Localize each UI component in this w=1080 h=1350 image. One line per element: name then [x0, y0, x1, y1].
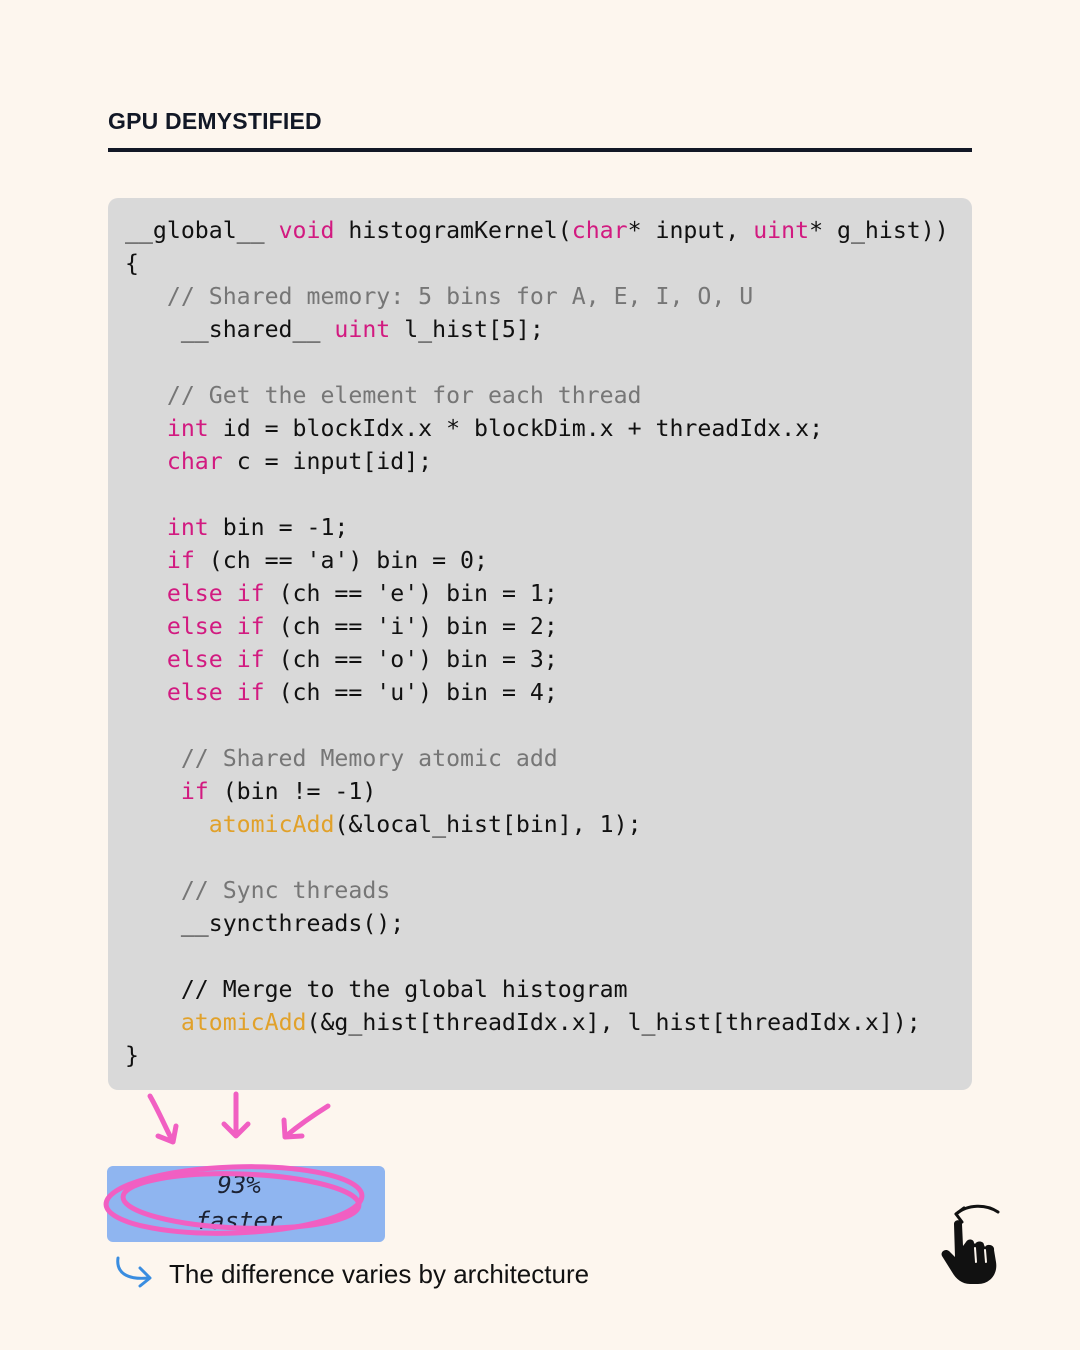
- code-text: (ch == 'i') bin = 2;: [264, 613, 558, 640]
- code-keyword: else if: [166, 613, 265, 640]
- code-text: (&g_hist[threadIdx.x], l_hist[threadIdx.…: [306, 1009, 921, 1036]
- code-line: else if (ch == 'o') bin = 3;: [125, 643, 949, 676]
- footnote-text: The difference varies by architecture: [169, 1259, 590, 1289]
- code-text: * input,: [627, 217, 754, 244]
- code-text: bin = -1;: [208, 514, 349, 541]
- code-text: (bin != -1): [208, 778, 377, 805]
- speedup-label: faster: [195, 1207, 283, 1235]
- code-text: {: [125, 250, 139, 277]
- code-text: (ch == 'a') bin = 0;: [194, 547, 488, 574]
- code-line: char c = input[id];: [125, 445, 949, 478]
- code-function: atomicAdd: [180, 1009, 307, 1036]
- code-text: l_hist[5];: [390, 316, 544, 343]
- code-line: }: [125, 1039, 949, 1072]
- code-keyword: if: [166, 547, 195, 574]
- code-keyword: if: [180, 778, 209, 805]
- code-comment: // Shared memory: 5 bins for A, E, I, O,…: [125, 283, 754, 310]
- code-text: // Merge to the global histogram: [125, 976, 628, 1003]
- code-text: __shared__: [125, 316, 335, 343]
- code-line: atomicAdd(&g_hist[threadIdx.x], l_hist[t…: [125, 1006, 949, 1039]
- code-text: }: [125, 1042, 139, 1069]
- code-line: __shared__ uint l_hist[5];: [125, 313, 949, 346]
- speedup-badge: 93% faster: [107, 1166, 385, 1242]
- code-comment: // Get the element for each thread: [125, 382, 642, 409]
- code-line: int id = blockIdx.x * blockDim.x + threa…: [125, 412, 949, 445]
- code-line: {: [125, 247, 949, 280]
- code-comment: // Shared Memory atomic add: [125, 745, 558, 772]
- code-text: __syncthreads();: [125, 910, 405, 937]
- page-title: GPU DEMYSTIFIED: [108, 108, 322, 134]
- code-text: (ch == 'u') bin = 4;: [264, 679, 558, 706]
- code-line: if (bin != -1): [125, 775, 949, 808]
- swipe-hand-icon[interactable]: [934, 1200, 1010, 1286]
- code-text: id = blockIdx.x * blockDim.x + threadIdx…: [208, 415, 824, 442]
- code-keyword: else if: [166, 646, 265, 673]
- code-line: atomicAdd(&local_hist[bin], 1);: [125, 808, 949, 841]
- code-text: histogramKernel(: [334, 217, 572, 244]
- code-line: __global__ void histogramKernel(char* in…: [125, 214, 949, 247]
- code-line: else if (ch == 'u') bin = 4;: [125, 676, 949, 709]
- code-line: // Get the element for each thread: [125, 379, 949, 412]
- code-line: // Shared memory: 5 bins for A, E, I, O,…: [125, 280, 949, 313]
- speedup-value: 93%: [217, 1171, 261, 1199]
- code-line: __syncthreads();: [125, 907, 949, 940]
- code-comment: // Sync threads: [125, 877, 391, 904]
- code-line: else if (ch == 'i') bin = 2;: [125, 610, 949, 643]
- code-keyword: int: [166, 514, 209, 541]
- code-text: (&local_hist[bin], 1);: [334, 811, 642, 838]
- code-keyword: void: [278, 217, 335, 244]
- curved-arrow-icon: [116, 1256, 152, 1288]
- header-divider: [108, 148, 972, 152]
- code-line: // Shared Memory atomic add: [125, 742, 949, 775]
- code-keyword: int: [166, 415, 209, 442]
- code-text: __global__: [125, 217, 279, 244]
- code-keyword: char: [571, 217, 628, 244]
- code-listing: __global__ void histogramKernel(char* in…: [125, 214, 949, 1072]
- code-text: * g_hist)): [809, 217, 949, 244]
- code-function: atomicAdd: [208, 811, 335, 838]
- code-text: (ch == 'e') bin = 1;: [264, 580, 558, 607]
- code-line: int bin = -1;: [125, 511, 949, 544]
- code-keyword: uint: [753, 217, 810, 244]
- code-keyword: uint: [334, 316, 391, 343]
- code-keyword: else if: [166, 679, 265, 706]
- code-line: // Sync threads: [125, 874, 949, 907]
- code-line: // Merge to the global histogram: [125, 973, 949, 1006]
- code-line: if (ch == 'a') bin = 0;: [125, 544, 949, 577]
- code-text: (ch == 'o') bin = 3;: [264, 646, 558, 673]
- code-keyword: else if: [166, 580, 265, 607]
- code-keyword: char: [166, 448, 223, 475]
- code-text: c = input[id];: [222, 448, 433, 475]
- code-line: else if (ch == 'e') bin = 1;: [125, 577, 949, 610]
- arrow-down-icon: [147, 1091, 331, 1145]
